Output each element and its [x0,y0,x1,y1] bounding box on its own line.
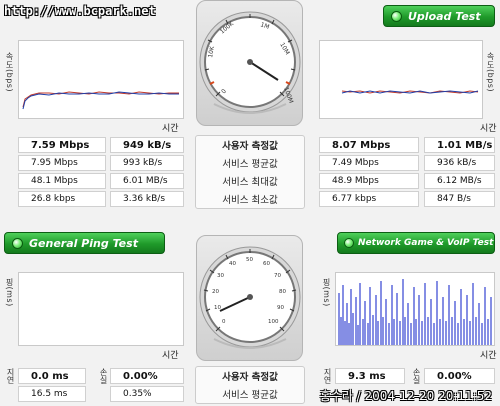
ping-tick-20: 20 [212,289,219,295]
upload-max-bytes: 6.12 MB/s [424,173,495,189]
general-ping-test-button[interactable]: General Ping Test [4,232,165,254]
service-min-label: 서비스 최소값 [222,195,278,206]
ping-time-label-left: 시간 [162,351,179,361]
upload-min-bps: 6.77 kbps [319,191,419,207]
game-loss-measured: 0.00% [424,368,495,384]
upload-max-bps: 48.9 Mbps [319,173,419,189]
download-time-label: 시간 [162,124,179,134]
download-min-bytes: 3.36 kB/s [110,191,184,207]
status-led-icon [12,238,23,249]
download-max-bytes: 6.01 MB/s [110,173,184,189]
upload-time-label: 시간 [480,124,497,134]
upload-speed-graph [319,40,483,119]
game-latency-side-label: 지연 [323,368,332,384]
upload-measured-bps: 8.07 Mbps [319,137,419,153]
upload-test-label: Upload Test [408,9,481,23]
ping-tick-90: 90 [277,305,284,311]
ping-tick-80: 80 [279,289,286,295]
ping-tick-100: 100 [268,319,279,325]
upload-avg-bytes: 936 kB/s [424,155,495,171]
ping-latency-measured: 0.0 ms [18,368,86,384]
ping-tick-30: 30 [217,273,224,279]
upload-avg-bps: 7.49 Mbps [319,155,419,171]
network-game-graph [335,272,495,346]
ping-tick-50: 50 [246,257,253,263]
ping-gauge: 0 10 20 30 40 50 60 70 80 90 100 [199,246,301,349]
watermark-text: http://www.bcpark.net [4,4,156,18]
download-speed-line-2 [22,91,179,110]
service-max-label: 서비스 최대값 [222,177,278,188]
ping-latency-side-label: 지연 [6,368,15,384]
game-time-label: 시간 [480,351,497,361]
network-game-test-label: Network Game & VoIP Test [358,238,494,248]
download-max-bps: 48.1 Mbps [18,173,106,189]
status-led-icon [344,238,354,248]
status-led-icon [391,11,402,22]
download-speed-axis-label: 속도(bps) [5,52,14,93]
upload-speed-axis-label: 속도(bps) [486,52,495,93]
service-avg-label: 서비스 평균값 [222,159,278,170]
download-speed-graph [18,40,184,119]
ping-user-measured-label: 사용자 측정값 [222,372,278,383]
speed-gauge: 0 10K 100K 1M 10M 100M [199,11,301,114]
footer-timestamp: 홍수라 / 2004-12-20 20:11:52 [319,389,492,403]
download-min-bps: 26.8 kbps [18,191,106,207]
user-measured-label: 사용자 측정값 [222,141,278,152]
download-avg-bps: 7.95 Mbps [18,155,106,171]
download-measured-bps: 7.59 Mbps [18,137,106,153]
general-ping-graph [18,272,184,346]
download-measured-bytes: 949 kB/s [110,137,184,153]
ping-axis-label-left: 핑(ms) [5,278,14,307]
download-avg-bytes: 993 kB/s [110,155,184,171]
general-ping-test-label: General Ping Test [29,236,138,250]
ping-tick-60: 60 [263,261,270,267]
ping-loss-measured: 0.00% [110,368,184,384]
download-graph-svg [22,91,179,110]
game-bars-svg [338,279,492,345]
ping-loss-side-label: 손실 [99,368,108,384]
upload-min-bytes: 847 B/s [424,191,495,207]
upload-measured-bytes: 1.01 MB/s [424,137,495,153]
ping-axis-label-right: 핑(ms) [322,278,331,307]
upload-graph-svg [341,90,479,94]
ping-service-avg-label: 서비스 평균값 [222,390,278,401]
upload-test-button[interactable]: Upload Test [383,5,495,27]
ping-tick-70: 70 [274,273,281,279]
ping-tick-40: 40 [229,261,236,267]
ping-latency-avg: 16.5 ms [18,386,86,402]
game-latency-measured: 9.3 ms [335,368,405,384]
network-game-test-button[interactable]: Network Game & VoIP Test [337,232,495,254]
game-loss-side-label: 손실 [412,368,421,384]
game-latency-bars [338,279,492,345]
ping-loss-avg: 0.35% [110,386,184,402]
ping-tick-0: 0 [222,319,226,325]
